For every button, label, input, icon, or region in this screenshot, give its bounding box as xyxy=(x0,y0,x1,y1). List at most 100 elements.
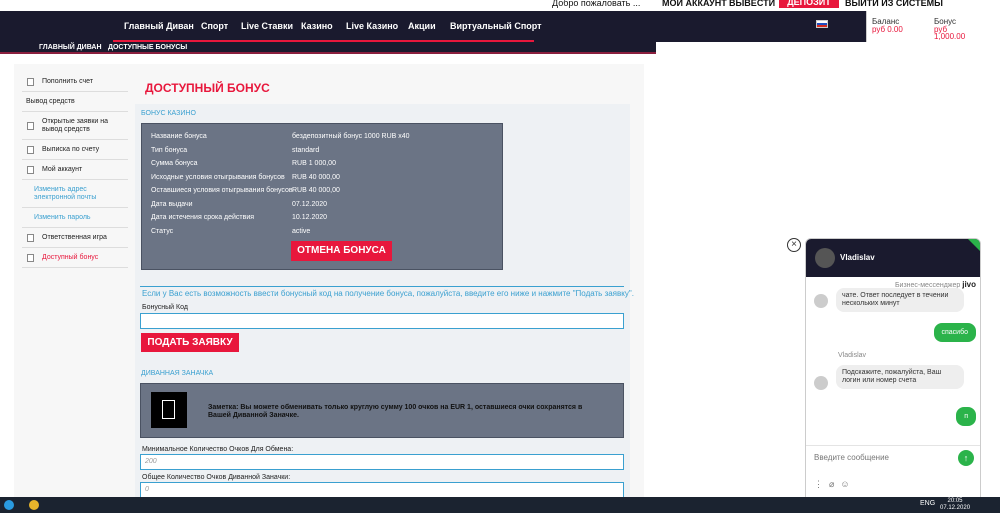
agent-avatar xyxy=(814,294,828,308)
bonus-value: 07.12.2020 xyxy=(292,201,328,208)
bonus-key: Название бонуса xyxy=(151,133,207,140)
nav-item-virtual-sport[interactable]: Виртуальный Спорт xyxy=(450,21,542,31)
clock-date: 07.12.2020 xyxy=(940,505,971,511)
chat-reply: спасибо xyxy=(933,323,976,342)
top-strip: Добро пожаловать ... МОЙ АККАУНТ ВЫВЕСТИ… xyxy=(0,0,1000,11)
logout-link[interactable]: ВЫЙТИ ИЗ СИСТЕМЫ xyxy=(845,0,943,8)
promo-code-input[interactable] xyxy=(140,313,624,329)
nav-item-casino[interactable]: Казино xyxy=(301,21,333,31)
sidebar-item-my-account[interactable]: Мой аккаунт xyxy=(22,160,128,180)
sidebar-item-change-password[interactable]: Изменить пароль xyxy=(22,208,128,228)
main-nav: Главный Диван Спорт Live Ставки Казино L… xyxy=(0,11,866,42)
sidebar-item-deposit[interactable]: Пополнить счет xyxy=(22,72,128,92)
bonus-value: standard xyxy=(292,147,320,154)
sidebar-item-label: Открытые заявки на вывод средств xyxy=(42,117,109,133)
bonus-value: RUB 1 000,00 xyxy=(292,160,336,167)
phone-icon xyxy=(151,392,187,428)
bonus-key: Оставшиеся условия отыгрывания бонусов xyxy=(151,187,293,194)
chat-reply: п xyxy=(956,407,976,426)
sidebar-item-label: Пополнить счет xyxy=(42,78,94,85)
breadcrumb-main-sofa[interactable]: ГЛАВНЫЙ ДИВАН xyxy=(39,44,102,51)
sidebar-item-withdraw[interactable]: Вывод средств xyxy=(22,92,128,112)
agent-avatar xyxy=(814,376,828,390)
statement-icon xyxy=(27,146,34,154)
sidebar-item-change-email[interactable]: Изменить адрес электронной почты xyxy=(22,180,128,208)
casino-bonus-section-label: БОНУС КАЗИНО xyxy=(141,110,196,117)
chat-tools: ⋮⌀☺ xyxy=(814,479,856,490)
sidebar-item-available-bonus[interactable]: Доступный бонус xyxy=(22,248,128,268)
os-taskbar: ENG 20:05 07.12.2020 xyxy=(0,497,1000,513)
bonus-key: Сумма бонуса xyxy=(151,160,198,167)
total-points-label: Общее Количество Очков Диванной Заначки: xyxy=(142,474,291,481)
clock[interactable]: 20:05 07.12.2020 xyxy=(940,498,970,512)
nav-item-promotions[interactable]: Акции xyxy=(408,21,436,31)
sub-nav: ГЛАВНЫЙ ДИВАН ДОСТУПНЫЕ БОНУСЫ xyxy=(0,42,656,54)
sidebar-item-responsible-gaming[interactable]: Ответственная игра xyxy=(22,228,128,248)
send-icon[interactable]: ↑ xyxy=(958,450,974,466)
bonus-amount: 1,000.00 xyxy=(934,32,966,41)
min-points-label: Минимальное Количество Очков Для Обмена: xyxy=(142,446,294,453)
bonus-value: RUB 40 000,00 xyxy=(292,174,340,181)
sidebar-item-label: Изменить адрес электронной почты xyxy=(34,185,97,201)
nav-item-live-casino[interactable]: Live Казино xyxy=(346,21,398,31)
russian-flag-icon[interactable] xyxy=(816,20,828,28)
sidebar-item-label: Вывод средств xyxy=(26,98,75,105)
chat-input-placeholder: Введите сообщение xyxy=(814,453,889,462)
sofa-stash-section-label: ДИВАННАЯ ЗАНАЧКА xyxy=(141,370,214,377)
sidebar-item-label: Изменить пароль xyxy=(34,214,91,221)
agent-name: Vladislav xyxy=(840,253,875,262)
min-points-field[interactable]: 200 xyxy=(140,454,624,470)
nav-item-sport[interactable]: Спорт xyxy=(201,21,228,31)
chat-message: Подскажите, пожалуйста, Ваш логин или но… xyxy=(836,365,964,389)
sidebar-item-label: Выписка по счету xyxy=(42,146,100,153)
bonus-value: 10.12.2020 xyxy=(292,214,328,221)
bonus-key: Дата выдачи xyxy=(151,201,193,208)
balance-value: руб 0.00 xyxy=(872,25,903,34)
balance-box: Баланс руб 0.00 Бонус руб 1,000.00 xyxy=(866,11,1000,42)
page-title: ДОСТУПНЫЙ БОНУС xyxy=(145,81,270,95)
chat-message: чате. Ответ последует в течении нескольк… xyxy=(836,288,964,312)
welcome-text: Добро пожаловать ... xyxy=(552,0,641,8)
bonus-key: Дата истечения срока действия xyxy=(151,214,255,221)
shield-icon xyxy=(27,234,34,242)
my-account-link[interactable]: МОЙ АККАУНТ xyxy=(662,0,727,8)
edge-icon[interactable] xyxy=(4,500,14,510)
language-indicator[interactable]: ENG xyxy=(920,500,935,507)
sidebar-item-open-requests[interactable]: Открытые заявки на вывод средств xyxy=(22,112,128,140)
bonus-key: Статус xyxy=(151,228,174,235)
agent-avatar xyxy=(815,248,835,268)
chrome-icon[interactable] xyxy=(29,500,39,510)
sidebar-item-label: Доступный бонус xyxy=(42,254,99,261)
clock-time: 20:05 xyxy=(947,498,963,504)
nav-item-live-bets[interactable]: Live Ставки xyxy=(241,21,293,31)
more-icon[interactable]: ⋮ xyxy=(814,479,829,489)
submit-request-button[interactable]: ПОДАТЬ ЗАЯВКУ xyxy=(141,333,239,352)
online-indicator-icon xyxy=(968,239,980,253)
gift-icon xyxy=(27,254,34,262)
emoji-icon[interactable]: ☺ xyxy=(840,479,855,489)
deposit-button[interactable]: ДЕПОЗИТ xyxy=(779,0,839,8)
attach-icon[interactable]: ⌀ xyxy=(829,479,840,489)
bonus-key: Тип бонуса xyxy=(151,147,188,154)
document-icon xyxy=(27,122,34,130)
sidebar-item-statement[interactable]: Выписка по счету xyxy=(22,140,128,160)
promo-code-label: Бонусный Код xyxy=(142,304,188,311)
chat-header[interactable]: Vladislav xyxy=(806,239,980,277)
total-points-field[interactable]: 0 xyxy=(140,482,624,498)
sofa-stash-card: Заметка: Вы можете обменивать только кру… xyxy=(140,383,624,438)
sidebar-item-label: Мой аккаунт xyxy=(42,166,83,173)
wallet-icon xyxy=(27,78,34,86)
promo-note: Если у Вас есть возможность ввести бонус… xyxy=(142,289,634,298)
cancel-bonus-button[interactable]: ОТМЕНА БОНУСА xyxy=(291,241,392,261)
sofa-stash-note: Заметка: Вы можете обменивать только кру… xyxy=(208,404,583,419)
close-icon[interactable]: × xyxy=(787,238,801,252)
chat-input-area[interactable]: Введите сообщение ↑ ⋮⌀☺ xyxy=(806,445,980,497)
withdraw-link[interactable]: ВЫВЕСТИ xyxy=(729,0,775,8)
chat-agent-label: Vladislav xyxy=(838,352,867,359)
sidebar-item-label: Ответственная игра xyxy=(42,234,107,241)
bonus-value: RUB 40 000,00 xyxy=(292,187,340,194)
account-sidebar: Пополнить счет Вывод средств Открытые за… xyxy=(22,72,128,268)
breadcrumb-available-bonuses[interactable]: ДОСТУПНЫЕ БОНУСЫ xyxy=(108,44,187,51)
jivo-logo: jivo xyxy=(962,280,976,289)
nav-item-main-sofa[interactable]: Главный Диван xyxy=(124,21,194,31)
